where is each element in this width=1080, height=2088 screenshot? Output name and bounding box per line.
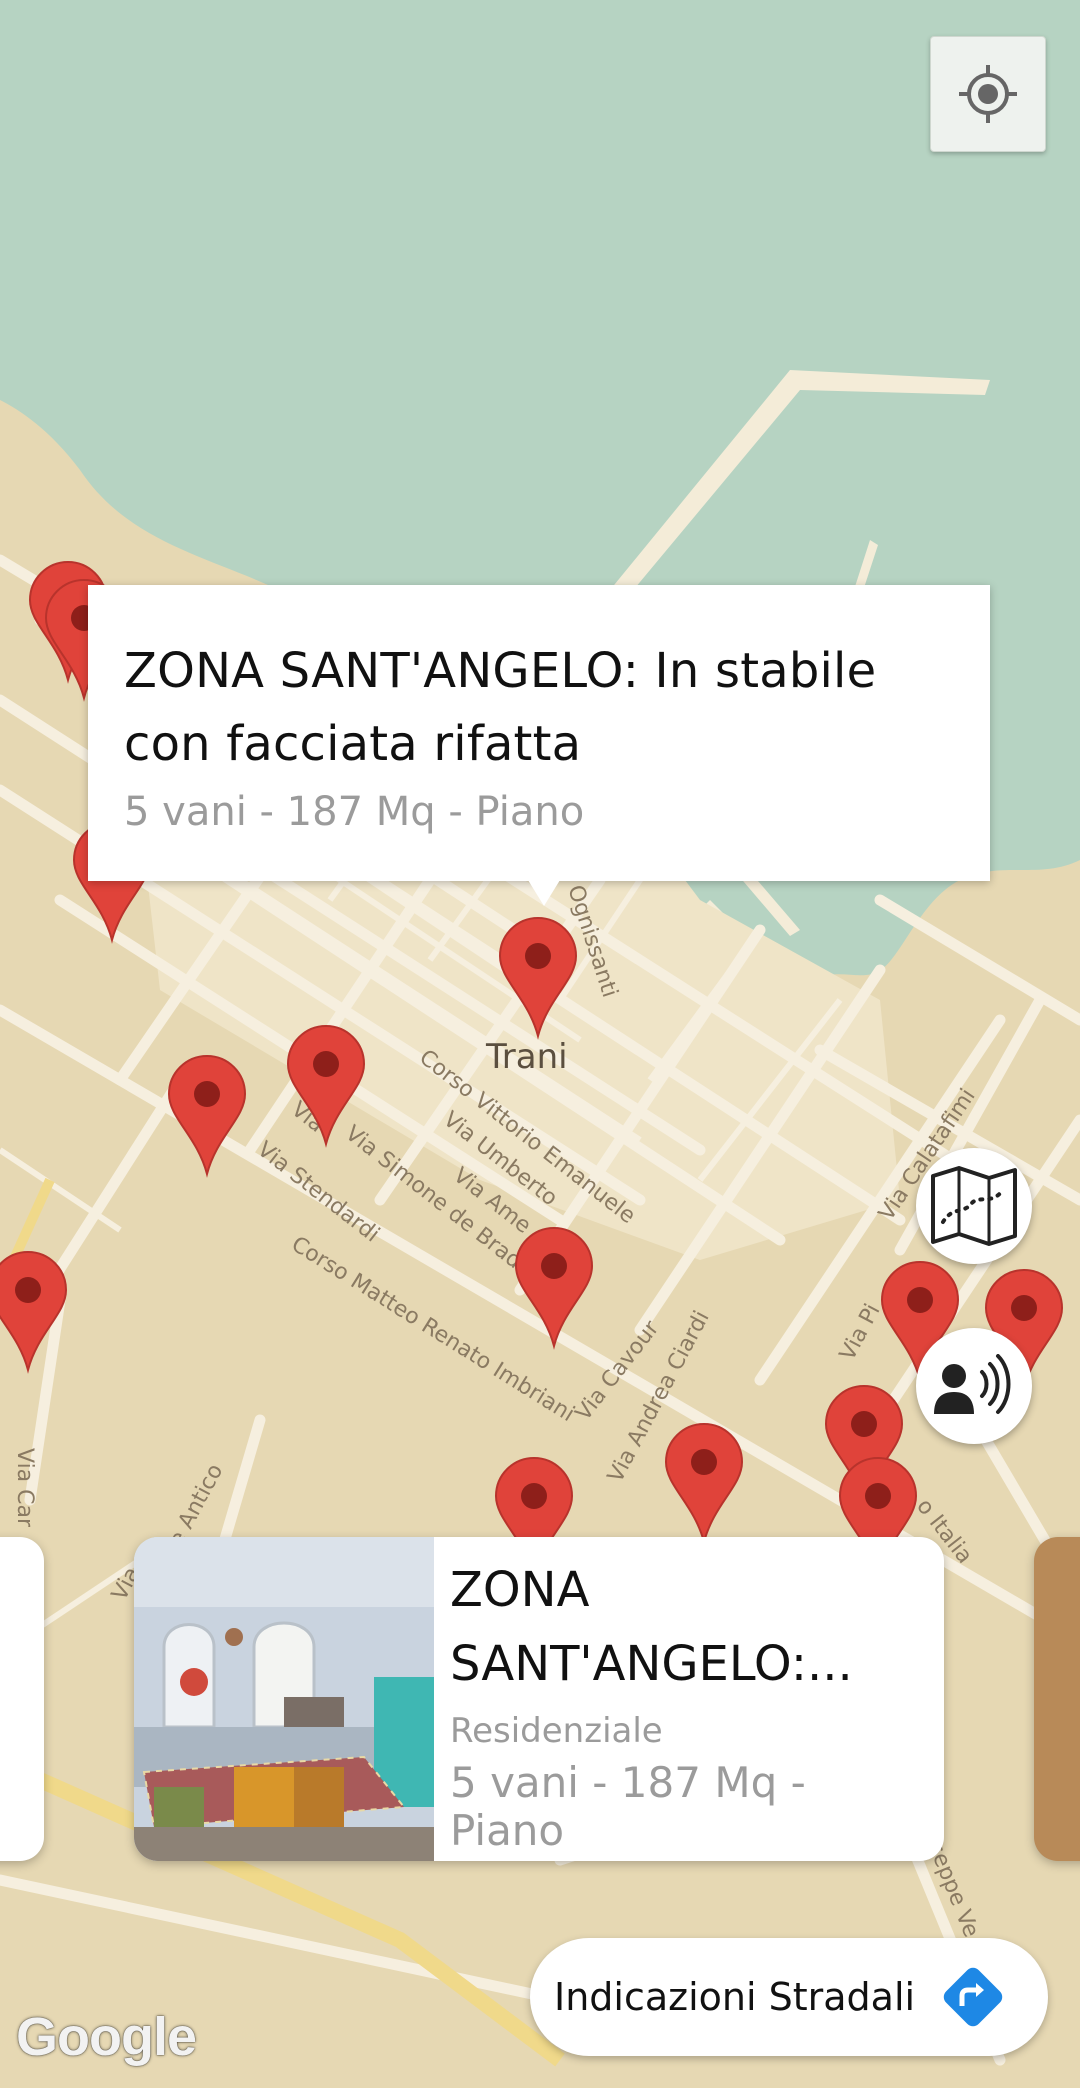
town-label: Trani — [485, 1037, 568, 1077]
listing-title: ZONA SANT'ANGELO:... — [450, 1562, 853, 1692]
marker-info-window[interactable]: ZONA SANT'ANGELO: In stabile con facciat… — [88, 585, 990, 881]
listing-description: 5 vani - 187 Mq - Piano — [450, 1758, 806, 1855]
voice-guidance-icon — [934, 1354, 1011, 1414]
directions-arrow-icon — [943, 1967, 1003, 2027]
listing-card[interactable]: ZONA SANT'ANGELO:... Residenziale 5 vani… — [134, 1537, 944, 1861]
voice-guidance-button[interactable] — [916, 1328, 1032, 1444]
google-logo: Google — [16, 2007, 197, 2067]
info-window-title: ZONA SANT'ANGELO: In stabile con facciat… — [124, 643, 877, 772]
info-window-subtitle: 5 vani - 187 Mq - Piano — [124, 789, 585, 835]
listing-photo — [134, 1537, 434, 1861]
map-type-button[interactable] — [916, 1148, 1032, 1264]
listing-type: Residenziale — [450, 1711, 663, 1751]
info-window-pointer — [528, 880, 560, 906]
street-label: Via Car — [12, 1448, 37, 1528]
folded-map-icon — [931, 1166, 1017, 1246]
listing-card-previous[interactable] — [0, 1537, 44, 1861]
listing-card-next[interactable] — [1034, 1537, 1080, 1861]
my-location-icon — [959, 65, 1017, 123]
directions-button[interactable]: Indicazioni Stradali — [530, 1938, 1048, 2056]
my-location-button[interactable] — [930, 36, 1046, 152]
directions-label: Indicazioni Stradali — [554, 1975, 916, 2019]
